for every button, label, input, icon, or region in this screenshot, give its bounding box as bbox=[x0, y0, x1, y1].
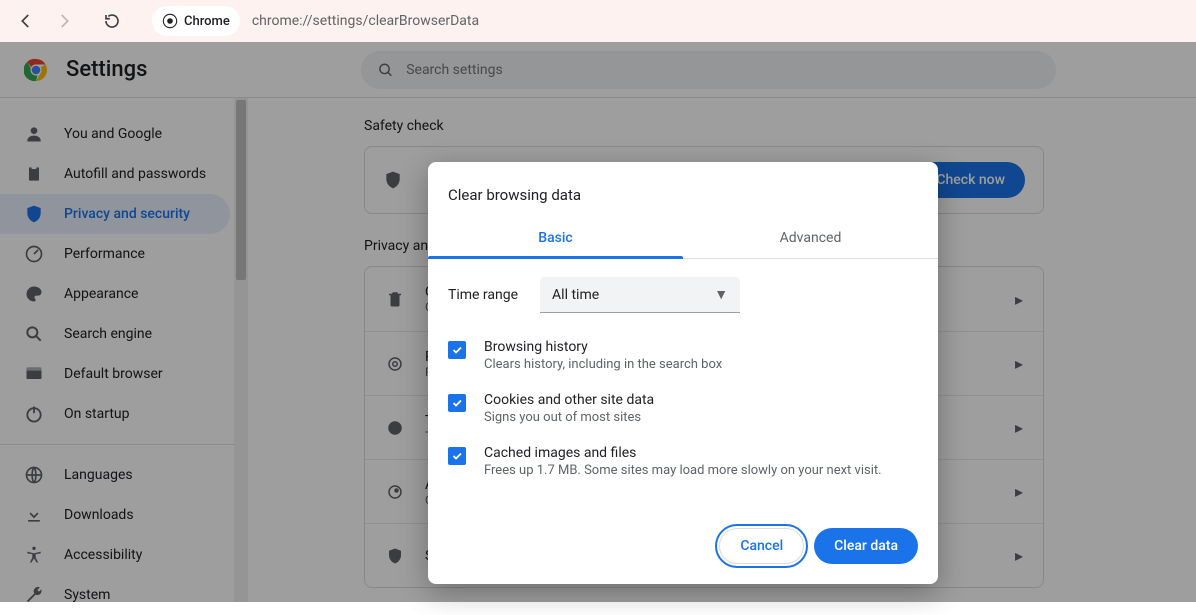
checkbox-checked-icon[interactable] bbox=[448, 447, 466, 465]
time-range-select[interactable]: All time ▼ bbox=[540, 277, 740, 313]
checkbox-checked-icon[interactable] bbox=[448, 394, 466, 412]
option-browsing-history[interactable]: Browsing historyClears history, includin… bbox=[448, 329, 918, 382]
clear-browsing-data-dialog: Clear browsing data Basic Advanced Time … bbox=[428, 162, 938, 584]
dropdown-arrow-icon: ▼ bbox=[714, 286, 728, 303]
option-cookies[interactable]: Cookies and other site dataSigns you out… bbox=[448, 382, 918, 435]
time-range-value: All time bbox=[552, 287, 599, 303]
back-button[interactable] bbox=[10, 5, 42, 37]
chrome-icon bbox=[162, 13, 178, 29]
cancel-button[interactable]: Cancel bbox=[719, 528, 804, 564]
browser-toolbar: Chrome chrome://settings/clearBrowserDat… bbox=[0, 0, 1196, 42]
checkbox-checked-icon[interactable] bbox=[448, 341, 466, 359]
reload-button[interactable] bbox=[96, 5, 128, 37]
site-chip-label: Chrome bbox=[184, 14, 230, 29]
dialog-tabs: Basic Advanced bbox=[428, 218, 938, 259]
time-range-label: Time range bbox=[448, 287, 518, 303]
tab-basic[interactable]: Basic bbox=[428, 218, 683, 258]
option-cached-files[interactable]: Cached images and filesFrees up 1.7 MB. … bbox=[448, 435, 918, 488]
settings-page: Settings You and Google Autofill and pas… bbox=[0, 42, 1196, 602]
clear-data-button[interactable]: Clear data bbox=[814, 528, 918, 564]
address-url[interactable]: chrome://settings/clearBrowserData bbox=[252, 13, 479, 29]
forward-button[interactable] bbox=[48, 5, 80, 37]
tab-advanced[interactable]: Advanced bbox=[683, 218, 938, 258]
dialog-title: Clear browsing data bbox=[428, 186, 938, 218]
site-chip[interactable]: Chrome bbox=[152, 6, 240, 36]
